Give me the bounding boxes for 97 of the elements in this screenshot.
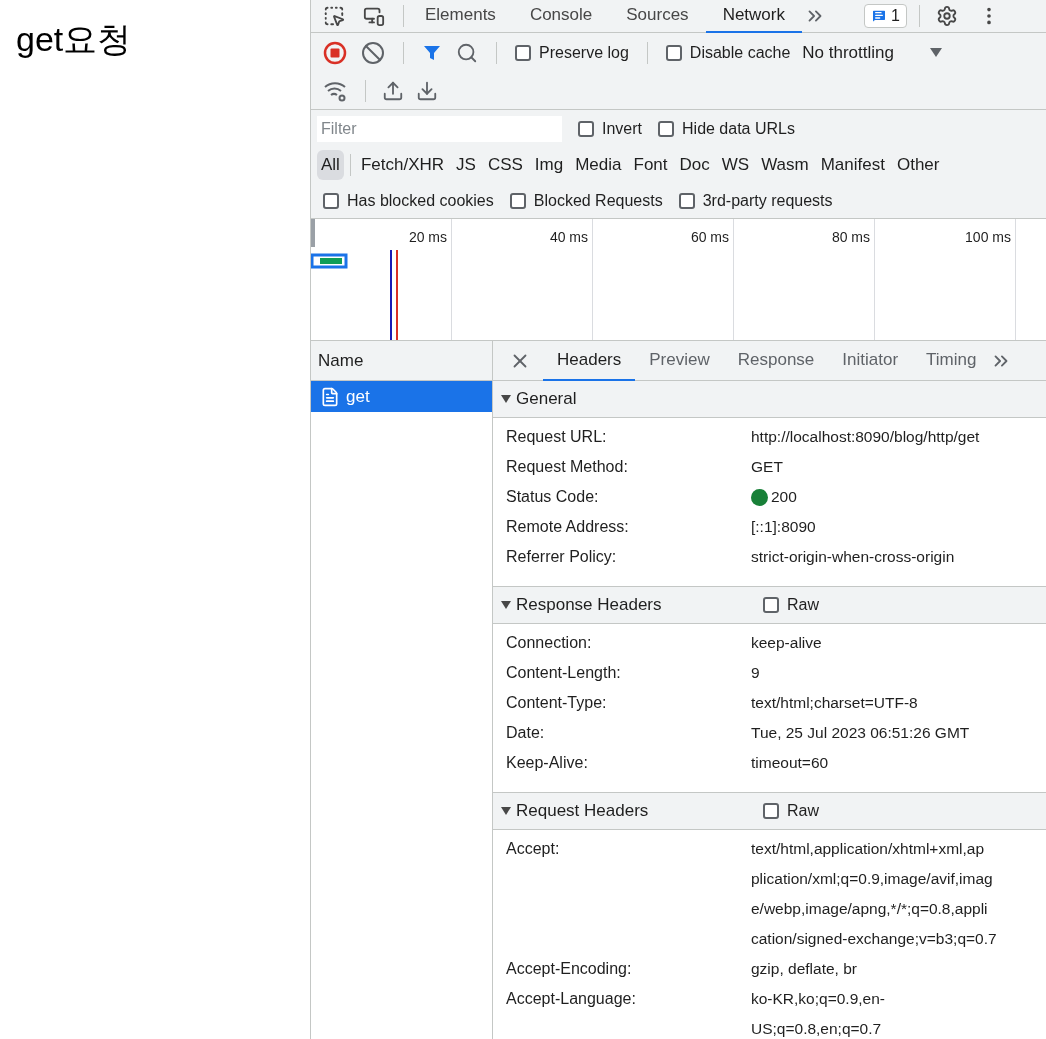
header-value: US;q=0.8,en;q=0.7 xyxy=(751,1019,882,1039)
header-value: plication/xml;q=0.9,image/avif,imag xyxy=(751,869,993,890)
header-name: Content-Length: xyxy=(506,663,621,683)
filter-checkbox[interactable]: Has blocked cookies xyxy=(323,188,494,213)
header-value: text/html;charset=UTF-8 xyxy=(751,693,918,714)
filter-field[interactable]: Filter xyxy=(317,115,562,142)
header-value: http://localhost:8090/blog/http/get xyxy=(751,427,980,448)
raw-checkbox[interactable]: Raw xyxy=(763,799,819,823)
device-toolbar-icon[interactable] xyxy=(363,5,385,27)
type-filter-chip[interactable]: Wasm xyxy=(757,150,813,180)
checkbox[interactable] xyxy=(578,120,594,137)
filter-icon[interactable] xyxy=(422,43,442,63)
header-value: [::1]:8090 xyxy=(751,517,816,538)
header-value: text/html,application/xhtml+xml,ap xyxy=(751,839,985,860)
filter-checkbox[interactable]: 3rd-party requests xyxy=(678,188,833,213)
time-tick-label: 40 ms xyxy=(549,228,588,245)
header-name: Date: xyxy=(506,723,545,743)
triangle-icon xyxy=(501,806,511,816)
type-filter-chip[interactable]: Media xyxy=(571,150,626,180)
checkbox[interactable] xyxy=(509,192,526,209)
checkbox[interactable] xyxy=(658,120,674,137)
settings-icon[interactable] xyxy=(935,5,958,27)
header-name: Accept-Language: xyxy=(506,989,636,1009)
header-name: Request Method: xyxy=(506,457,628,477)
header-name: Request URL: xyxy=(506,427,607,447)
header-name: Keep-Alive: xyxy=(506,753,588,773)
header-value: ko-KR,ko;q=0.9,en- xyxy=(751,989,885,1010)
raw-checkbox[interactable]: Raw xyxy=(763,593,819,617)
header-value: 200 xyxy=(771,487,797,508)
type-filter-chip[interactable]: Font xyxy=(629,150,672,180)
panel-tab[interactable]: Elements xyxy=(408,0,513,33)
detail-tab[interactable]: Response xyxy=(723,341,829,381)
detail-tab[interactable]: Initiator xyxy=(828,341,913,381)
request-row[interactable]: get xyxy=(311,381,492,412)
throttling-dropdown[interactable]: No throttling xyxy=(802,40,942,66)
checkbox[interactable] xyxy=(763,597,779,613)
header-name: Status Code: xyxy=(506,487,599,507)
clear-icon[interactable] xyxy=(361,41,385,65)
panel-tab[interactable]: Console xyxy=(512,0,610,33)
section-header[interactable]: Response Headers xyxy=(501,592,763,618)
time-tick-label: 60 ms xyxy=(690,228,729,245)
header-value: strict-origin-when-cross-origin xyxy=(751,547,955,568)
document-icon xyxy=(320,386,340,407)
panel-tab[interactable]: Sources xyxy=(609,0,706,33)
issues-count: 1 xyxy=(891,6,900,26)
search-icon[interactable] xyxy=(456,42,478,64)
triangle-icon xyxy=(501,600,511,610)
type-filter-chip[interactable]: Doc xyxy=(675,150,714,180)
record-stop-icon[interactable] xyxy=(323,41,347,65)
column-header: Name xyxy=(318,349,364,372)
caret-icon xyxy=(930,48,942,58)
invert-checkbox[interactable]: Invert xyxy=(578,116,642,141)
time-tick-label: 100 ms xyxy=(965,228,1011,245)
checkbox[interactable] xyxy=(763,803,779,819)
header-value: Tue, 25 Jul 2023 06:51:26 GMT xyxy=(751,723,970,744)
header-name: Accept: xyxy=(506,839,560,859)
page-heading: get요청 xyxy=(16,19,133,60)
header-value: timeout=60 xyxy=(751,753,829,774)
type-filter-chip[interactable]: JS xyxy=(452,150,480,180)
detail-tab[interactable]: Timing xyxy=(912,341,991,381)
type-filter-chip[interactable]: Fetch/XHR xyxy=(356,150,449,180)
download-icon[interactable] xyxy=(416,80,438,102)
disable-cache-checkbox[interactable]: Disable cache xyxy=(665,41,791,65)
header-value: keep-alive xyxy=(751,633,822,654)
header-value: e/webp,image/apng,*/*;q=0.8,appli xyxy=(751,899,988,920)
header-value: GET xyxy=(751,457,783,478)
issues-badge[interactable]: 1 xyxy=(864,4,907,28)
header-name: Accept-Encoding: xyxy=(506,959,632,979)
section-header[interactable]: Request Headers xyxy=(501,798,763,824)
time-tick-label: 80 ms xyxy=(831,228,870,245)
header-name: Referrer Policy: xyxy=(506,547,617,567)
type-filter-chip[interactable]: Manifest xyxy=(816,150,889,180)
time-tick-label: 20 ms xyxy=(408,228,447,245)
checkbox[interactable] xyxy=(515,45,531,61)
header-name: Connection: xyxy=(506,633,592,653)
header-value: cation/signed-exchange;v=b3;q=0.7 xyxy=(751,929,997,950)
detail-tab[interactable]: Preview xyxy=(635,341,724,381)
header-name: Remote Address: xyxy=(506,517,629,537)
header-name: Content-Type: xyxy=(506,693,607,713)
triangle-icon xyxy=(501,394,511,404)
header-value: 9 xyxy=(751,663,760,684)
preserve-log-checkbox[interactable]: Preserve log xyxy=(515,41,629,65)
message-icon xyxy=(871,8,887,24)
checkbox[interactable] xyxy=(665,45,682,61)
type-filter-chip[interactable]: WS xyxy=(717,150,754,180)
checkbox[interactable] xyxy=(323,192,339,209)
filter-checkbox[interactable]: Blocked Requests xyxy=(509,188,663,213)
panel-tab[interactable]: Network xyxy=(705,0,802,33)
header-value: gzip, deflate, br xyxy=(751,959,857,980)
hide-data-urls-checkbox[interactable]: Hide data URLs xyxy=(658,116,795,141)
type-filter-chip[interactable]: CSS xyxy=(483,150,527,180)
inspect-icon[interactable] xyxy=(323,5,345,27)
upload-icon[interactable] xyxy=(382,80,404,102)
type-filter-chip[interactable]: Img xyxy=(530,150,568,180)
type-filter-chip[interactable]: Other xyxy=(892,150,944,180)
checkbox[interactable] xyxy=(678,192,695,209)
type-filter-chip[interactable]: All xyxy=(317,150,344,180)
